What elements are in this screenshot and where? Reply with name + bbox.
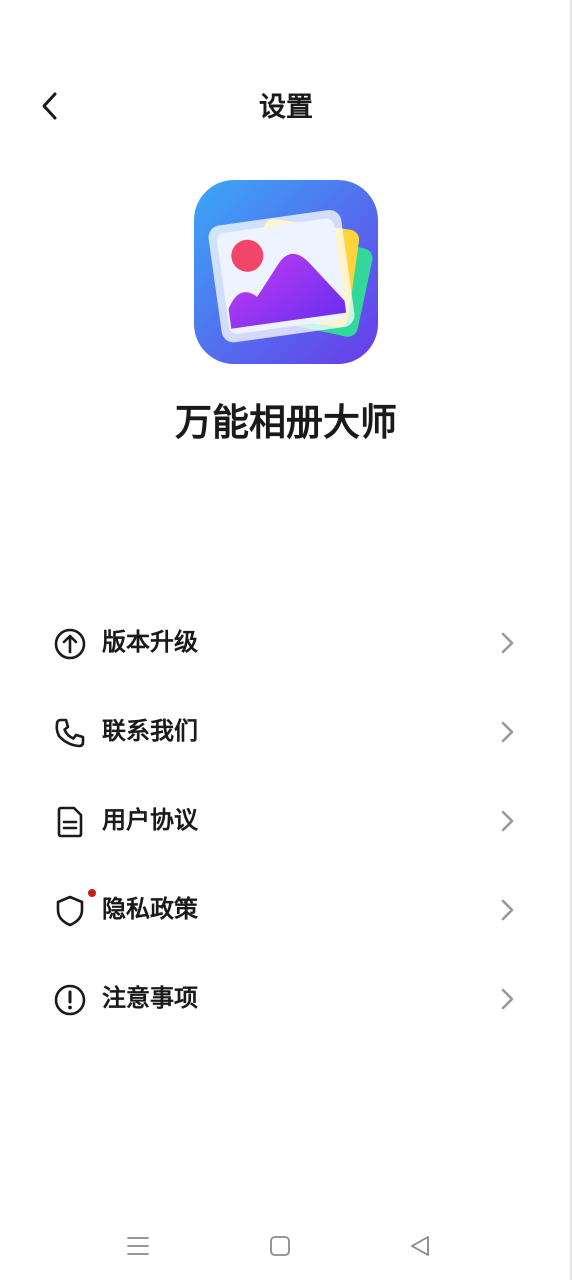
- menu-item-label: 版本升级: [102, 628, 198, 656]
- menu-item-label: 用户协议: [102, 806, 198, 834]
- back-triangle-icon: [411, 1236, 429, 1256]
- menu-item-privacy-policy[interactable]: 隐私政策: [0, 865, 572, 954]
- home-button[interactable]: [260, 1226, 300, 1266]
- chevron-right-icon: [501, 632, 514, 654]
- home-square-icon: [270, 1236, 290, 1256]
- phone-icon: [55, 718, 85, 748]
- menu-item-user-agreement[interactable]: 用户协议: [0, 776, 572, 865]
- menu-item-contact-us[interactable]: 联系我们: [0, 687, 572, 776]
- arrow-up-circle-icon: [54, 628, 86, 660]
- photo-album-app-icon: [194, 180, 378, 364]
- privacy-policy-red-dot-badge: [88, 889, 96, 897]
- menu-item-label: 联系我们: [102, 717, 198, 745]
- chevron-right-icon: [501, 721, 514, 743]
- menu-lines-icon: [127, 1237, 149, 1255]
- settings-menu: 版本升级 联系我们 用户协议 隐私政策 注意事项: [0, 598, 572, 1043]
- menu-item-label: 注意事项: [102, 984, 198, 1012]
- recent-apps-button[interactable]: [118, 1226, 158, 1266]
- system-navigation-bar: [0, 1222, 572, 1268]
- shield-icon: [56, 895, 84, 927]
- chevron-right-icon: [501, 810, 514, 832]
- chevron-right-icon: [501, 899, 514, 921]
- page-title: 设置: [259, 92, 313, 123]
- exclamation-circle-icon: [54, 984, 86, 1016]
- back-nav-button[interactable]: [400, 1226, 440, 1266]
- menu-item-version-upgrade[interactable]: 版本升级: [0, 598, 572, 687]
- chevron-right-icon: [501, 988, 514, 1010]
- menu-item-notes[interactable]: 注意事项: [0, 954, 572, 1043]
- document-icon: [57, 806, 83, 838]
- menu-item-label: 隐私政策: [102, 895, 198, 923]
- header: 设置: [0, 78, 572, 138]
- app-name: 万能相册大师: [175, 401, 397, 444]
